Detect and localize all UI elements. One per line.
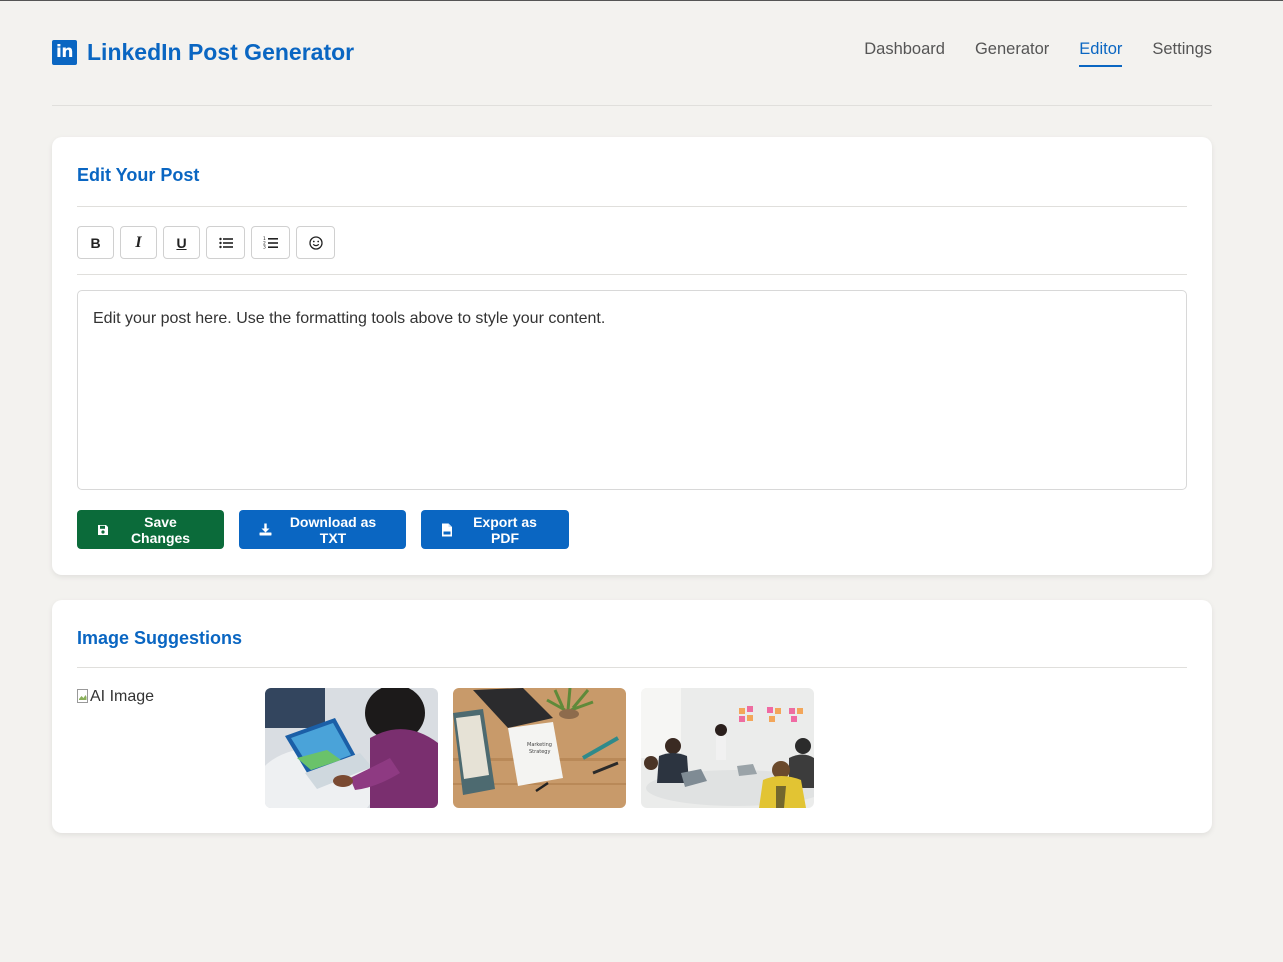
save-icon — [98, 524, 108, 535]
nav-generator[interactable]: Generator — [975, 40, 1049, 67]
app-header: in LinkedIn Post Generator Dashboard Gen… — [52, 0, 1212, 106]
edit-post-title: Edit Your Post — [77, 137, 1187, 207]
post-editor[interactable]: Edit your post here. Use the formatting … — [77, 290, 1187, 490]
photo-team-meeting-sticky-notes — [641, 688, 814, 808]
svg-text:Strategy: Strategy — [529, 749, 550, 755]
photo-desk-marketing-strategy: Marketing Strategy — [453, 688, 626, 808]
emoji-button[interactable] — [296, 226, 335, 259]
broken-image-alt-text: AI Image — [90, 688, 155, 705]
export-pdf-label: Export as PDF — [473, 513, 537, 546]
numbered-list-icon: 1 2 3 — [263, 236, 278, 249]
underline-button[interactable]: U — [163, 226, 200, 259]
format-toolbar: B I U 1 2 3 — [77, 207, 1187, 275]
linkedin-logo-icon: in — [52, 40, 77, 65]
download-txt-label: Download as TXT — [289, 513, 377, 546]
bullet-list-icon — [218, 237, 233, 248]
save-changes-button[interactable]: Save Changes — [77, 510, 224, 549]
image-suggestions-list: AI Image Marketing Strategy — [77, 688, 1187, 808]
main-nav: Dashboard Generator Editor Settings — [864, 40, 1212, 67]
nav-editor[interactable]: Editor — [1079, 40, 1123, 67]
edit-post-card: Edit Your Post B I U 1 2 3 Edit your pos… — [52, 137, 1212, 575]
app-title: LinkedIn Post Generator — [87, 39, 355, 65]
image-thumbnail-laptop[interactable] — [265, 688, 438, 808]
image-suggestions-card: Image Suggestions AI Image Marketing Str… — [52, 600, 1212, 833]
photo-laptop-person — [265, 688, 438, 808]
image-thumbnail-meeting[interactable] — [641, 688, 814, 808]
broken-ai-image[interactable]: AI Image — [77, 688, 250, 808]
export-pdf-button[interactable]: Export as PDF — [421, 510, 569, 549]
image-suggestions-title: Image Suggestions — [77, 600, 1187, 668]
download-txt-button[interactable]: Download as TXT — [239, 510, 406, 549]
broken-image-icon — [77, 689, 88, 703]
bullet-list-button[interactable] — [206, 226, 245, 259]
bold-button[interactable]: B — [77, 226, 114, 259]
editor-actions: Save Changes Download as TXT Export as P… — [77, 510, 1187, 549]
save-changes-label: Save Changes — [130, 513, 191, 546]
nav-dashboard[interactable]: Dashboard — [864, 40, 945, 67]
download-icon — [259, 523, 272, 536]
svg-text:Marketing: Marketing — [527, 742, 552, 748]
app-container: in LinkedIn Post Generator Dashboard Gen… — [52, 0, 1212, 833]
svg-text:3: 3 — [263, 245, 266, 249]
brand[interactable]: in LinkedIn Post Generator — [52, 39, 354, 66]
numbered-list-button[interactable]: 1 2 3 — [251, 226, 290, 259]
image-thumbnail-desk[interactable]: Marketing Strategy — [453, 688, 626, 808]
pdf-file-icon — [442, 523, 452, 536]
emoji-icon — [308, 235, 323, 250]
nav-settings[interactable]: Settings — [1152, 40, 1212, 67]
italic-button[interactable]: I — [120, 226, 157, 259]
